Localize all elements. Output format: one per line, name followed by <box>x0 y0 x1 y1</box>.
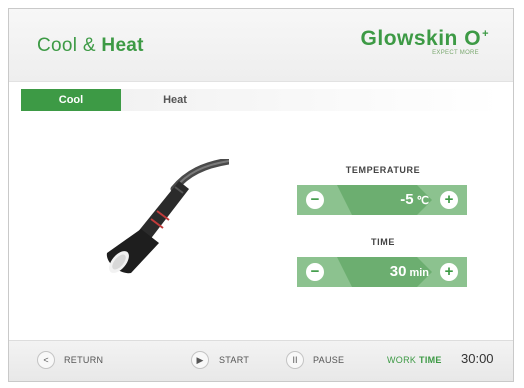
tab-cool[interactable]: Cool <box>21 89 121 111</box>
time-label: TIME <box>371 237 395 247</box>
time-value: 30 min <box>389 263 429 280</box>
return-button[interactable]: RETURN <box>64 355 103 365</box>
title-strong: Heat <box>101 35 144 56</box>
start-button[interactable]: START <box>219 355 249 365</box>
brand-logo: Glowskin O+ EXPECT MORE <box>361 27 489 56</box>
time-decrease-button[interactable]: − <box>305 262 325 282</box>
play-icon[interactable]: ▶ <box>191 351 209 369</box>
footer-toolbar: < RETURN ▶ START II PAUSE WORK TIME 30:0… <box>9 340 513 381</box>
pause-icon[interactable]: II <box>286 351 304 369</box>
work-label: WORK <box>387 355 417 365</box>
header: Cool & Heat Glowskin O+ EXPECT MORE <box>9 9 513 82</box>
brand-superscript: + <box>482 28 489 40</box>
temperature-increase-button[interactable]: + <box>439 190 459 210</box>
temperature-value: -5 ℃ <box>400 191 429 208</box>
chevron-left-icon[interactable]: < <box>37 351 55 369</box>
title-light: Cool & <box>37 35 96 56</box>
work-time-value: 30:00 <box>461 351 494 366</box>
temperature-unit: ℃ <box>416 195 429 207</box>
temperature-label: TEMPERATURE <box>345 165 421 175</box>
brand-name: Glowskin O+ <box>360 27 489 50</box>
tab-heat[interactable]: Heat <box>125 89 225 111</box>
temperature-control: − -5 ℃ + <box>297 185 467 215</box>
time-label-strong: TIME <box>419 355 442 365</box>
page-title: Cool & Heat <box>37 35 144 57</box>
mode-tabs: Cool Heat <box>21 89 501 111</box>
time-unit: min <box>409 267 429 279</box>
temperature-decrease-button[interactable]: − <box>305 190 325 210</box>
work-time-label: WORK TIME <box>387 355 442 365</box>
time-increase-button[interactable]: + <box>439 262 459 282</box>
handpiece-image <box>106 159 229 274</box>
app-window: Cool & Heat Glowskin O+ EXPECT MORE Cool… <box>8 8 514 382</box>
pause-button[interactable]: PAUSE <box>313 355 344 365</box>
time-control: − 30 min + <box>297 257 467 287</box>
